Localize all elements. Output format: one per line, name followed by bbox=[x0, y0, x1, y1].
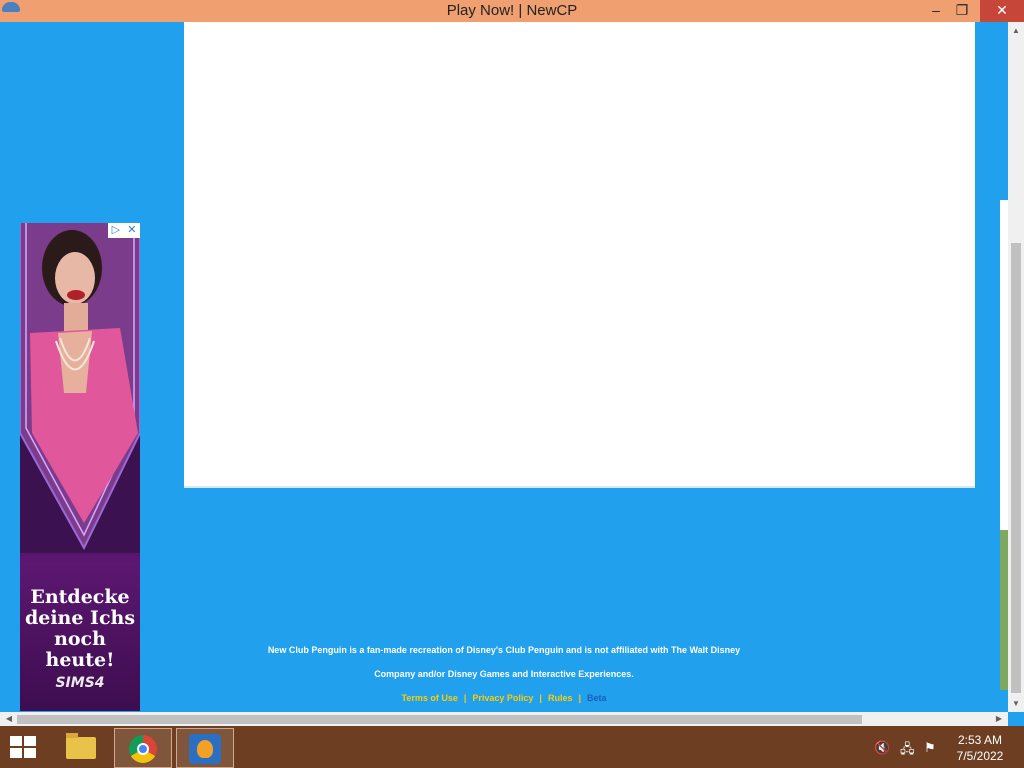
horizontal-scroll-thumb[interactable] bbox=[17, 715, 862, 724]
horizontal-scrollbar[interactable]: ◀ ▶ bbox=[0, 712, 1008, 726]
folder-icon bbox=[66, 733, 96, 759]
beta-link[interactable]: Beta bbox=[587, 693, 607, 703]
footer-links: Terms of Use | Privacy Policy | Rules | Beta bbox=[240, 693, 768, 703]
taskbar-newcp-app[interactable] bbox=[176, 728, 234, 768]
footer-separator: | bbox=[463, 693, 467, 703]
page-edge-image bbox=[1000, 530, 1008, 690]
footer-separator: | bbox=[539, 693, 542, 703]
scroll-down-arrow-icon[interactable]: ▼ bbox=[1008, 695, 1024, 712]
clock-date: 7/5/2022 bbox=[956, 749, 1004, 763]
restore-button[interactable]: ❐ bbox=[946, 0, 978, 22]
action-center-flag-icon[interactable]: ⚑ bbox=[924, 740, 936, 756]
scroll-up-arrow-icon[interactable]: ▲ bbox=[1008, 22, 1024, 39]
chrome-icon bbox=[129, 735, 157, 763]
ad-close-icon[interactable]: ✕ bbox=[127, 225, 136, 236]
window-title: Play Now! | NewCP bbox=[446, 2, 578, 19]
windows-start-icon[interactable] bbox=[10, 736, 38, 760]
adchoices-badge[interactable]: ▷ ✕ bbox=[108, 223, 140, 238]
ad-headline: Entdecke deine Ichs noch heute! bbox=[24, 586, 136, 671]
scroll-right-arrow-icon[interactable]: ▶ bbox=[992, 712, 1006, 726]
window-titlebar[interactable]: Play Now! | NewCP – ❐ ✕ bbox=[0, 0, 1024, 22]
ad-portrait-image bbox=[20, 223, 140, 553]
ad-brand-logo: SIMS4 bbox=[55, 675, 105, 691]
rules-link[interactable]: Rules bbox=[548, 693, 573, 703]
taskbar: 🔇 🖧 ⚑ 2:53 AM 7/5/2022 bbox=[0, 726, 1024, 768]
page-content: ▷ ✕ Entdecke deine Ichs noch heute! SIMS… bbox=[0, 22, 1008, 712]
close-button[interactable]: ✕ bbox=[980, 0, 1024, 22]
scroll-left-arrow-icon[interactable]: ◀ bbox=[2, 712, 16, 726]
taskbar-file-explorer[interactable] bbox=[52, 728, 108, 766]
vertical-scrollbar[interactable]: ▲ ▼ bbox=[1008, 22, 1024, 712]
volume-muted-icon[interactable]: 🔇 bbox=[874, 740, 890, 756]
game-frame[interactable] bbox=[184, 22, 975, 488]
footer-disclaimer-line1: New Club Penguin is a fan-made recreatio… bbox=[267, 645, 741, 655]
system-clock[interactable]: 2:53 AM 7/5/2022 bbox=[950, 732, 1010, 764]
footer-disclaimer-line2: Company and/or Disney Games and Interact… bbox=[374, 669, 634, 679]
sidebar-ad[interactable]: ▷ ✕ Entdecke deine Ichs noch heute! SIMS… bbox=[20, 223, 140, 711]
network-icon[interactable]: 🖧 bbox=[900, 740, 915, 762]
newcp-app-icon bbox=[189, 734, 221, 764]
terms-of-use-link[interactable]: Terms of Use bbox=[401, 693, 457, 703]
adchoices-play-icon[interactable]: ▷ bbox=[112, 225, 120, 236]
clock-time: 2:53 AM bbox=[957, 733, 1003, 747]
vertical-scroll-thumb[interactable] bbox=[1011, 243, 1021, 693]
footer-separator: | bbox=[578, 693, 581, 703]
taskbar-chrome[interactable] bbox=[114, 728, 172, 768]
privacy-policy-link[interactable]: Privacy Policy bbox=[472, 693, 533, 703]
